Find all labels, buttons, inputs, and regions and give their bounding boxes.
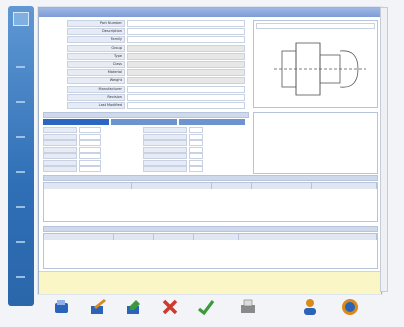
user-icon[interactable]	[300, 297, 320, 317]
grid-column-header[interactable]	[44, 234, 114, 240]
rail-tick	[16, 276, 25, 278]
grid-column-header[interactable]	[132, 183, 212, 189]
dimension-input[interactable]	[189, 140, 203, 146]
bottom-toolbar	[38, 293, 380, 323]
form-field-label: Type	[67, 52, 125, 60]
dimension-input[interactable]	[189, 127, 203, 133]
form-field-input[interactable]	[127, 20, 245, 27]
form-field-label: Description	[67, 28, 125, 36]
rail-top-icon[interactable]	[13, 12, 29, 26]
form-field-input[interactable]	[127, 77, 245, 85]
parts-grid[interactable]	[43, 182, 378, 222]
dimension-input[interactable]	[79, 166, 101, 172]
dimension-label	[43, 146, 77, 153]
dimension-input[interactable]	[189, 159, 203, 166]
form-field-input[interactable]	[127, 28, 245, 36]
dimension-label	[143, 166, 187, 172]
dimension-label	[143, 153, 187, 159]
form-field-input[interactable]	[127, 93, 245, 101]
dimension-tab[interactable]	[179, 119, 245, 125]
rail-tick	[16, 206, 25, 208]
dimension-input[interactable]	[189, 166, 203, 172]
form-field-label: Material	[67, 69, 125, 77]
save-icon[interactable]	[196, 297, 216, 317]
grid-column-header[interactable]	[312, 183, 377, 189]
grid-column-header[interactable]	[154, 234, 194, 240]
dimension-input[interactable]	[79, 153, 101, 159]
form-field-label: Group	[67, 44, 125, 52]
form-field-label: Family	[67, 36, 125, 44]
help-icon[interactable]	[340, 297, 360, 317]
window-titlebar	[39, 8, 381, 17]
open-icon[interactable]	[52, 297, 72, 317]
form-field-label: Weight	[67, 77, 125, 85]
form-field-input[interactable]	[127, 102, 245, 109]
dimension-label	[143, 159, 187, 166]
dimension-input[interactable]	[189, 153, 203, 159]
grid-column-header[interactable]	[239, 234, 377, 240]
form-field-label: Part Number	[67, 20, 125, 27]
dimension-input[interactable]	[189, 146, 203, 153]
dimension-tab[interactable]	[111, 119, 177, 125]
form-field-input[interactable]	[127, 61, 245, 68]
dimension-label	[43, 166, 77, 172]
grid1-title	[43, 175, 378, 181]
print-icon[interactable]	[238, 297, 258, 317]
vertical-scrollbar[interactable]	[380, 7, 388, 292]
rail-tick	[16, 66, 25, 68]
dimension-label	[43, 159, 77, 166]
notes-area[interactable]	[39, 271, 381, 294]
part-drawing-image	[274, 42, 366, 96]
drawing-panel	[253, 20, 378, 108]
dimension-input[interactable]	[79, 159, 101, 166]
dimension-input[interactable]	[189, 133, 203, 140]
form-field-input[interactable]	[127, 85, 245, 93]
rail-tick	[16, 241, 25, 243]
rail-tick	[16, 171, 25, 173]
dimension-input[interactable]	[79, 127, 101, 133]
grid-column-header[interactable]	[194, 234, 239, 240]
edit-icon[interactable]	[88, 297, 108, 317]
form-field-input[interactable]	[127, 69, 245, 77]
delete-icon[interactable]	[160, 297, 180, 317]
dimension-input[interactable]	[79, 133, 101, 140]
form-field-input[interactable]	[127, 52, 245, 60]
grid-column-header[interactable]	[114, 234, 154, 240]
grid2-title	[43, 226, 378, 232]
dimension-label	[143, 140, 187, 146]
grid-column-header[interactable]	[212, 183, 252, 189]
dimension-label	[43, 127, 77, 133]
dimension-tab[interactable]	[43, 119, 109, 125]
dimension-label	[43, 133, 77, 140]
dimensions-header	[43, 112, 249, 118]
dimension-input[interactable]	[79, 140, 101, 146]
dimension-label	[43, 153, 77, 159]
application-window: Part Number Description Family Group Type Cla…	[0, 0, 404, 327]
rail-tick	[16, 101, 25, 103]
left-navigation-rail[interactable]	[8, 6, 34, 306]
new-icon[interactable]	[124, 297, 144, 317]
dimension-label	[143, 127, 187, 133]
part-form-window: Part Number Description Family Group Type Cla…	[38, 7, 382, 294]
operations-grid[interactable]	[43, 233, 378, 269]
dimension-label	[143, 146, 187, 153]
form-field-input[interactable]	[127, 36, 245, 44]
form-field-label: Class	[67, 61, 125, 68]
form-field-label: Manufacturer	[67, 85, 125, 93]
dimension-label	[143, 133, 187, 140]
dimension-label	[43, 140, 77, 146]
form-field-label: Revision	[67, 93, 125, 101]
form-field-input[interactable]	[127, 44, 245, 52]
rail-tick	[16, 136, 25, 138]
dimension-input[interactable]	[79, 146, 101, 153]
grid-column-header[interactable]	[252, 183, 312, 189]
grid-column-header[interactable]	[44, 183, 132, 189]
side-preview-panel	[253, 112, 378, 174]
form-field-label: Last Modified	[67, 102, 125, 109]
